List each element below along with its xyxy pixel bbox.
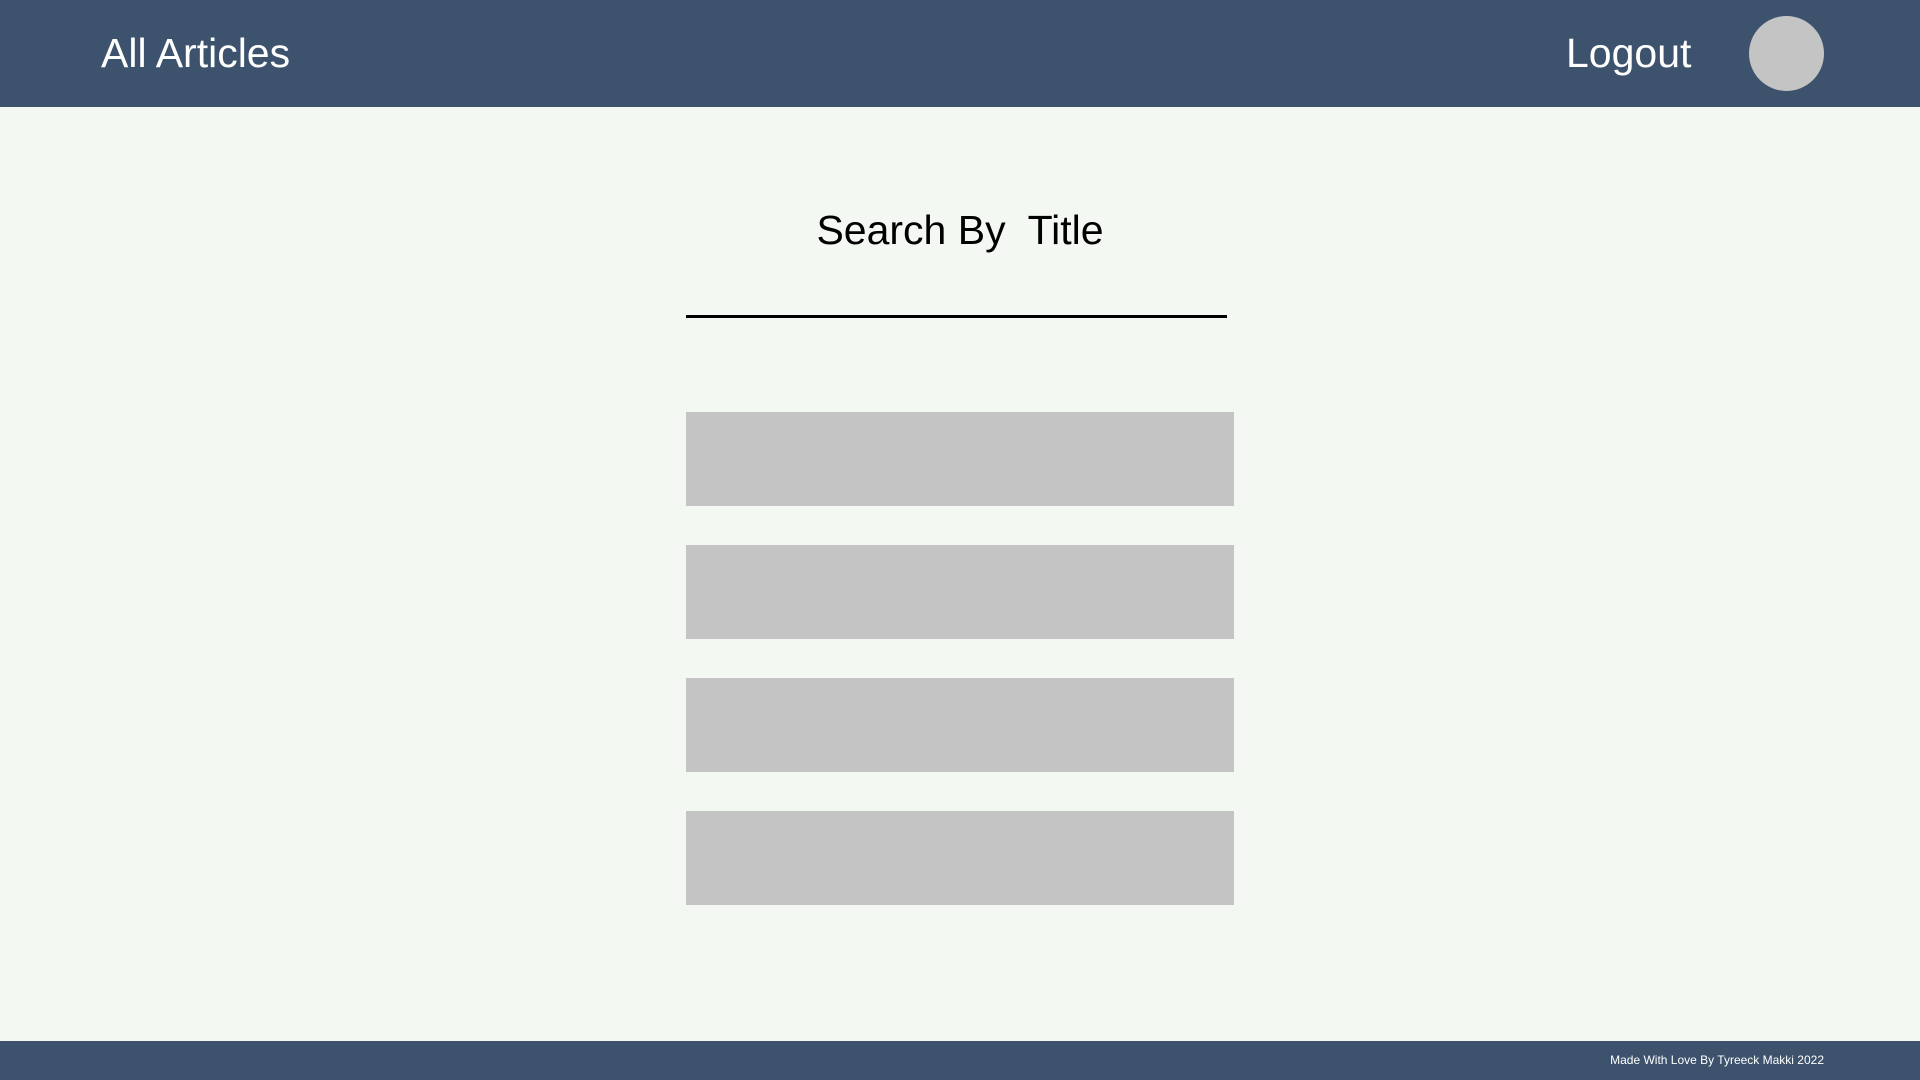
article-card[interactable] — [686, 412, 1234, 506]
search-heading: Search By Title — [816, 207, 1104, 253]
top-nav-bar: All Articles Logout — [0, 0, 1920, 107]
article-card[interactable] — [686, 678, 1234, 772]
search-title-input[interactable] — [686, 270, 1227, 318]
footer-credit: Made With Love By Tyreeck Makki 2022 — [1610, 1053, 1824, 1067]
logout-button[interactable]: Logout — [1566, 28, 1691, 78]
article-card[interactable] — [686, 545, 1234, 639]
article-card[interactable] — [686, 811, 1234, 905]
user-avatar[interactable] — [1749, 16, 1824, 91]
article-list — [686, 412, 1234, 944]
page-title[interactable]: All Articles — [101, 28, 290, 78]
footer-bar: Made With Love By Tyreeck Makki 2022 — [0, 1041, 1920, 1080]
